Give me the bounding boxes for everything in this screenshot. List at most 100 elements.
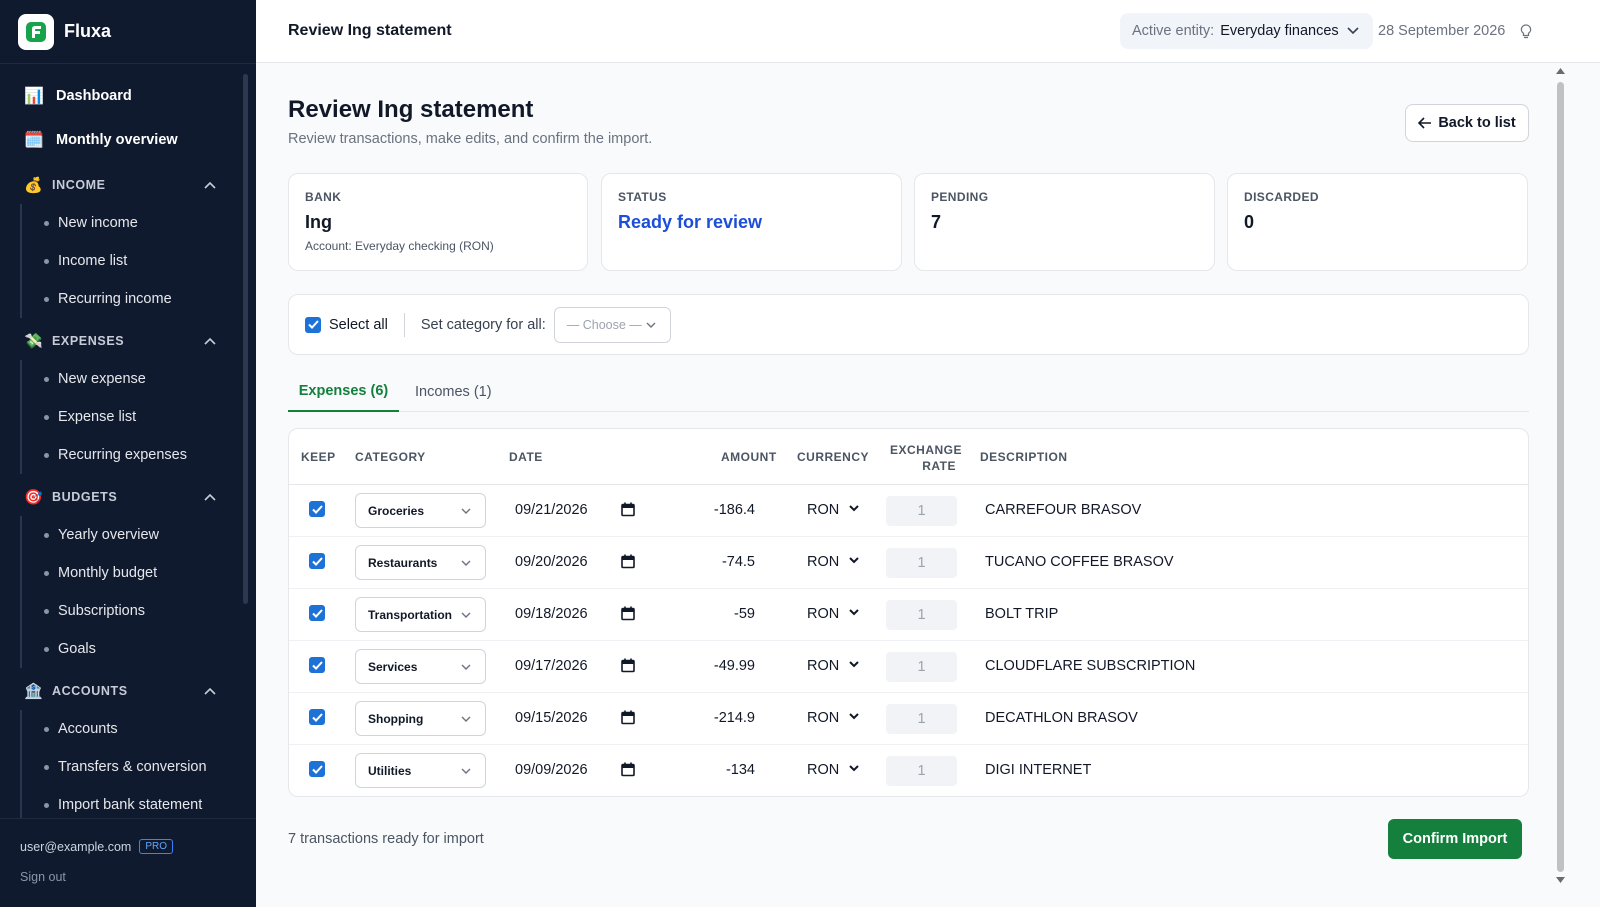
currency-select[interactable]: RON <box>807 658 839 674</box>
category-select[interactable]: Utilities <box>355 753 486 788</box>
currency-select[interactable]: RON <box>807 710 839 726</box>
sidebar-item-new-expense[interactable]: New expense <box>22 360 250 398</box>
exchange-rate-input[interactable]: 1 <box>886 756 957 786</box>
category-value: Utilities <box>368 763 412 778</box>
section-title: BUDGETS <box>52 490 118 504</box>
keep-checkbox[interactable] <box>309 605 325 621</box>
header-exchange-rate-line1: EXCHANGE <box>890 443 963 457</box>
confirm-import-button[interactable]: Confirm Import <box>1388 819 1522 859</box>
category-select[interactable]: Groceries <box>355 493 486 528</box>
chevron-down-icon[interactable] <box>849 713 859 720</box>
chevron-down-icon <box>461 664 471 670</box>
page-subtitle: Review transactions, make edits, and con… <box>288 131 653 147</box>
bulk-category-select[interactable]: — Choose — <box>553 306 671 343</box>
sidebar-item-new-income[interactable]: New income <box>22 204 250 242</box>
sidebar-section-accounts[interactable]: 🏦 ACCOUNTS <box>0 672 250 710</box>
exchange-rate-input[interactable]: 1 <box>886 704 957 734</box>
amount-value[interactable]: -59 <box>669 606 755 622</box>
sidebar-item-label: Expense list <box>58 409 137 425</box>
amount-value[interactable]: -214.9 <box>669 710 755 726</box>
keep-checkbox[interactable] <box>309 761 325 777</box>
entity-selector[interactable]: Active entity: Everyday finances <box>1120 13 1373 49</box>
chevron-down-icon[interactable] <box>849 609 859 616</box>
date-input[interactable]: 09/18/2026 <box>515 606 588 622</box>
amount-value[interactable]: -134 <box>669 762 755 778</box>
chevron-down-icon <box>461 508 471 514</box>
chevron-down-icon <box>1347 27 1359 35</box>
keep-checkbox[interactable] <box>309 501 325 517</box>
date-input[interactable]: 09/20/2026 <box>515 554 588 570</box>
category-select[interactable]: Shopping <box>355 701 486 736</box>
sidebar-item-yearly-overview[interactable]: Yearly overview <box>22 516 250 554</box>
section-title: EXPENSES <box>52 334 125 348</box>
discarded-card: DISCARDED 0 <box>1227 173 1528 271</box>
chevron-down-icon[interactable] <box>849 661 859 668</box>
app-name: Fluxa <box>64 21 112 41</box>
amount-value[interactable]: -186.4 <box>669 502 755 518</box>
tab-expenses[interactable]: Expenses (6) <box>288 372 399 412</box>
keep-checkbox[interactable] <box>309 553 325 569</box>
currency-select[interactable]: RON <box>807 762 839 778</box>
exchange-rate-input[interactable]: 1 <box>886 600 957 630</box>
exchange-rate-input[interactable]: 1 <box>886 496 957 526</box>
brand[interactable]: Fluxa <box>0 0 256 64</box>
calendar-icon[interactable] <box>621 502 635 517</box>
calendar-icon[interactable] <box>621 762 635 777</box>
sidebar-item-monthly-overview[interactable]: 🗓️ Monthly overview <box>0 118 250 162</box>
date-input[interactable]: 09/21/2026 <box>515 502 588 518</box>
keep-checkbox[interactable] <box>309 657 325 673</box>
sidebar-scrollbar[interactable] <box>243 74 248 604</box>
date-input[interactable]: 09/17/2026 <box>515 658 588 674</box>
scroll-up-arrow-icon[interactable] <box>1556 68 1565 74</box>
sidebar-item-subscriptions[interactable]: Subscriptions <box>22 592 250 630</box>
bank-name: Ing <box>305 212 332 232</box>
currency-select[interactable]: RON <box>807 502 839 518</box>
arrow-left-icon <box>1418 117 1432 129</box>
chevron-down-icon[interactable] <box>849 557 859 564</box>
calendar-icon[interactable] <box>621 710 635 725</box>
currency-select[interactable]: RON <box>807 606 839 622</box>
page-scrollbar[interactable] <box>1553 64 1567 907</box>
exchange-rate-input[interactable]: 1 <box>886 652 957 682</box>
category-select[interactable]: Restaurants <box>355 545 486 580</box>
calendar-icon[interactable] <box>621 606 635 621</box>
sidebar-item-dashboard[interactable]: 📊 Dashboard <box>0 74 250 118</box>
date-input[interactable]: 09/09/2026 <box>515 762 588 778</box>
table-row: Utilities 09/09/2026 -134 RON 1 DIGI INT… <box>289 745 1528 796</box>
sidebar-section-expenses[interactable]: 💸 EXPENSES <box>0 322 250 360</box>
back-to-list-button[interactable]: Back to list <box>1405 104 1529 142</box>
sidebar-item-import-bank-statement[interactable]: Import bank statement <box>22 786 250 818</box>
tab-incomes[interactable]: Incomes (1) <box>415 372 492 412</box>
sign-out-link[interactable]: Sign out <box>20 870 236 884</box>
keep-checkbox[interactable] <box>309 709 325 725</box>
sidebar-item-expense-list[interactable]: Expense list <box>22 398 250 436</box>
calendar-icon[interactable] <box>621 554 635 569</box>
category-value: Restaurants <box>368 555 438 570</box>
table-row: Services 09/17/2026 -49.99 RON 1 CLOUDFL… <box>289 641 1528 693</box>
chevron-down-icon[interactable] <box>849 505 859 512</box>
sidebar-section-budgets[interactable]: 🎯 BUDGETS <box>0 478 250 516</box>
sidebar-item-income-list[interactable]: Income list <box>22 242 250 280</box>
amount-value[interactable]: -49.99 <box>669 658 755 674</box>
sidebar-item-recurring-income[interactable]: Recurring income <box>22 280 250 318</box>
currency-select[interactable]: RON <box>807 554 839 570</box>
sidebar-item-recurring-expenses[interactable]: Recurring expenses <box>22 436 250 474</box>
select-all-label[interactable]: Select all <box>329 317 388 333</box>
sidebar-item-accounts[interactable]: Accounts <box>22 710 250 748</box>
select-all-checkbox[interactable] <box>305 316 321 333</box>
category-select[interactable]: Transportation <box>355 597 486 632</box>
amount-value[interactable]: -74.5 <box>669 554 755 570</box>
date-input[interactable]: 09/15/2026 <box>515 710 588 726</box>
category-select[interactable]: Services <box>355 649 486 684</box>
sidebar-item-label: Recurring income <box>58 291 172 307</box>
sidebar-item-monthly-budget[interactable]: Monthly budget <box>22 554 250 592</box>
scroll-thumb[interactable] <box>1557 82 1564 872</box>
calendar-icon[interactable] <box>621 658 635 673</box>
sidebar-item-transfers[interactable]: Transfers & conversion <box>22 748 250 786</box>
exchange-rate-input[interactable]: 1 <box>886 548 957 578</box>
chevron-down-icon[interactable] <box>849 765 859 772</box>
scroll-down-arrow-icon[interactable] <box>1556 877 1565 883</box>
sidebar-item-goals[interactable]: Goals <box>22 630 250 668</box>
sidebar-section-income[interactable]: 💰 INCOME <box>0 166 250 204</box>
lightbulb-icon[interactable] <box>1520 24 1532 40</box>
